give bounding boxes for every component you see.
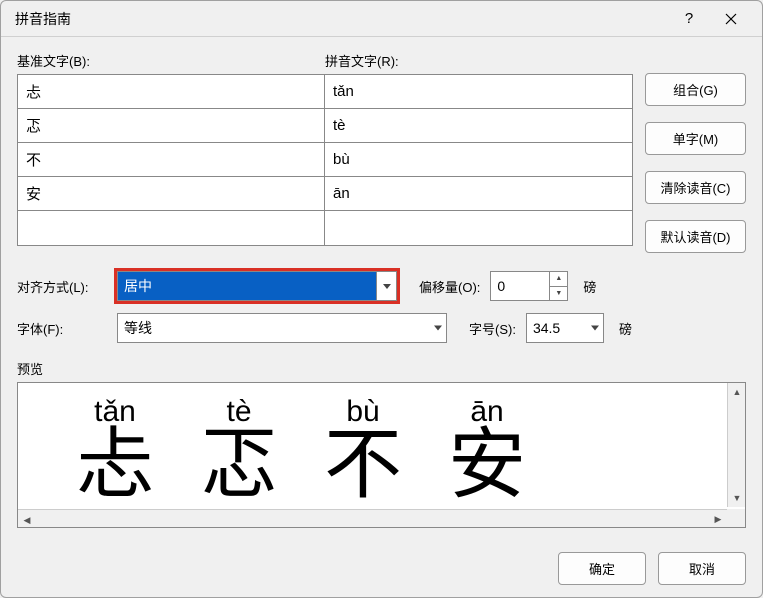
preview-item: tǎn 忐	[76, 397, 154, 497]
scrollbar-corner	[727, 509, 745, 527]
ruby-cell[interactable]	[325, 211, 632, 245]
base-cell[interactable]: 忐	[18, 75, 325, 108]
preview-base: 忑	[200, 431, 278, 497]
scroll-up-icon[interactable]: ▲	[728, 383, 746, 401]
vertical-scrollbar[interactable]: ▲ ▼	[727, 383, 745, 507]
dialog-content: 基准文字(B): 拼音文字(R): 忐 tǎn 忑 tè 不 bù	[1, 37, 762, 540]
font-combo[interactable]: 等线	[117, 313, 447, 343]
base-text-header: 基准文字(B):	[17, 51, 325, 70]
font-row: 字体(F): 等线 字号(S): 34.5 磅	[17, 313, 746, 343]
clear-reading-button[interactable]: 清除读音(C)	[645, 171, 746, 204]
preview-base: 不	[324, 431, 402, 497]
alignment-label: 对齐方式(L):	[17, 277, 107, 296]
dialog-buttons: 确定 取消	[1, 540, 762, 597]
titlebar: 拼音指南 ?	[1, 1, 762, 37]
size-value: 34.5	[533, 320, 560, 336]
table-row	[18, 211, 632, 245]
chevron-down-icon	[591, 323, 599, 334]
horizontal-scrollbar[interactable]: ◀ ▶	[18, 509, 727, 527]
size-label: 字号(S):	[469, 319, 516, 338]
offset-label: 偏移量(O):	[419, 277, 480, 296]
preview-base: 忐	[76, 431, 154, 497]
chevron-down-icon	[434, 323, 442, 334]
spinner-down-icon[interactable]: ▼	[550, 287, 567, 301]
preview-item: bù 不	[324, 397, 402, 497]
base-cell[interactable]	[18, 211, 325, 245]
offset-value: 0	[497, 278, 505, 294]
single-button[interactable]: 单字(M)	[645, 122, 746, 155]
ruby-cell[interactable]: tè	[325, 109, 632, 142]
spinner-up-icon[interactable]: ▲	[550, 272, 567, 287]
ruby-cell[interactable]: bù	[325, 143, 632, 176]
table-row: 不 bù	[18, 143, 632, 177]
scroll-down-icon[interactable]: ▼	[728, 489, 746, 507]
alignment-value: 居中	[124, 276, 152, 296]
close-icon	[725, 13, 737, 25]
preview-box: tǎn 忐 tè 忑 bù 不 ān 安	[17, 382, 746, 528]
help-button[interactable]: ?	[668, 4, 710, 34]
scroll-left-icon[interactable]: ◀	[18, 512, 36, 529]
data-table: 忐 tǎn 忑 tè 不 bù 安 ān	[17, 74, 633, 246]
ruby-cell[interactable]: ān	[325, 177, 632, 210]
chevron-down-icon	[376, 272, 396, 300]
preview-content: tǎn 忐 tè 忑 bù 不 ān 安	[38, 397, 725, 497]
font-value: 等线	[124, 318, 152, 338]
ruby-cell[interactable]: tǎn	[325, 75, 632, 108]
close-button[interactable]	[710, 4, 752, 34]
default-reading-button[interactable]: 默认读音(D)	[645, 220, 746, 253]
dialog-title: 拼音指南	[15, 9, 668, 29]
size-combo[interactable]: 34.5	[526, 313, 604, 343]
top-section: 基准文字(B): 拼音文字(R): 忐 tǎn 忑 tè 不 bù	[17, 51, 746, 253]
preview-label: 预览	[17, 359, 746, 378]
base-cell[interactable]: 不	[18, 143, 325, 176]
size-unit: 磅	[619, 319, 632, 338]
preview-item: tè 忑	[200, 397, 278, 497]
table-row: 忐 tǎn	[18, 75, 632, 109]
phonetic-guide-dialog: 拼音指南 ? 基准文字(B): 拼音文字(R): 忐 tǎn 忑	[0, 0, 763, 598]
preview-section: 预览 tǎn 忐 tè 忑 bù 不 ān	[17, 359, 746, 528]
side-button-group: 组合(G) 单字(M) 清除读音(C) 默认读音(D)	[645, 51, 746, 253]
preview-item: ān 安	[448, 397, 526, 497]
ok-button[interactable]: 确定	[558, 552, 646, 585]
scroll-right-icon[interactable]: ▶	[709, 510, 727, 528]
alignment-combo[interactable]: 居中	[117, 271, 397, 301]
base-cell[interactable]: 安	[18, 177, 325, 210]
table-row: 安 ān	[18, 177, 632, 211]
input-table-area: 基准文字(B): 拼音文字(R): 忐 tǎn 忑 tè 不 bù	[17, 51, 633, 253]
base-cell[interactable]: 忑	[18, 109, 325, 142]
form-rows: 对齐方式(L): 居中 偏移量(O): 0 ▲ ▼ 磅	[17, 271, 746, 355]
spinner-arrows: ▲ ▼	[549, 272, 567, 300]
alignment-row: 对齐方式(L): 居中 偏移量(O): 0 ▲ ▼ 磅	[17, 271, 746, 301]
ruby-text-header: 拼音文字(R):	[325, 51, 633, 70]
offset-spinner[interactable]: 0 ▲ ▼	[490, 271, 568, 301]
preview-base: 安	[448, 431, 526, 497]
cancel-button[interactable]: 取消	[658, 552, 746, 585]
table-headers: 基准文字(B): 拼音文字(R):	[17, 51, 633, 70]
table-row: 忑 tè	[18, 109, 632, 143]
combine-button[interactable]: 组合(G)	[645, 73, 746, 106]
offset-unit: 磅	[583, 277, 596, 296]
font-label: 字体(F):	[17, 319, 107, 338]
